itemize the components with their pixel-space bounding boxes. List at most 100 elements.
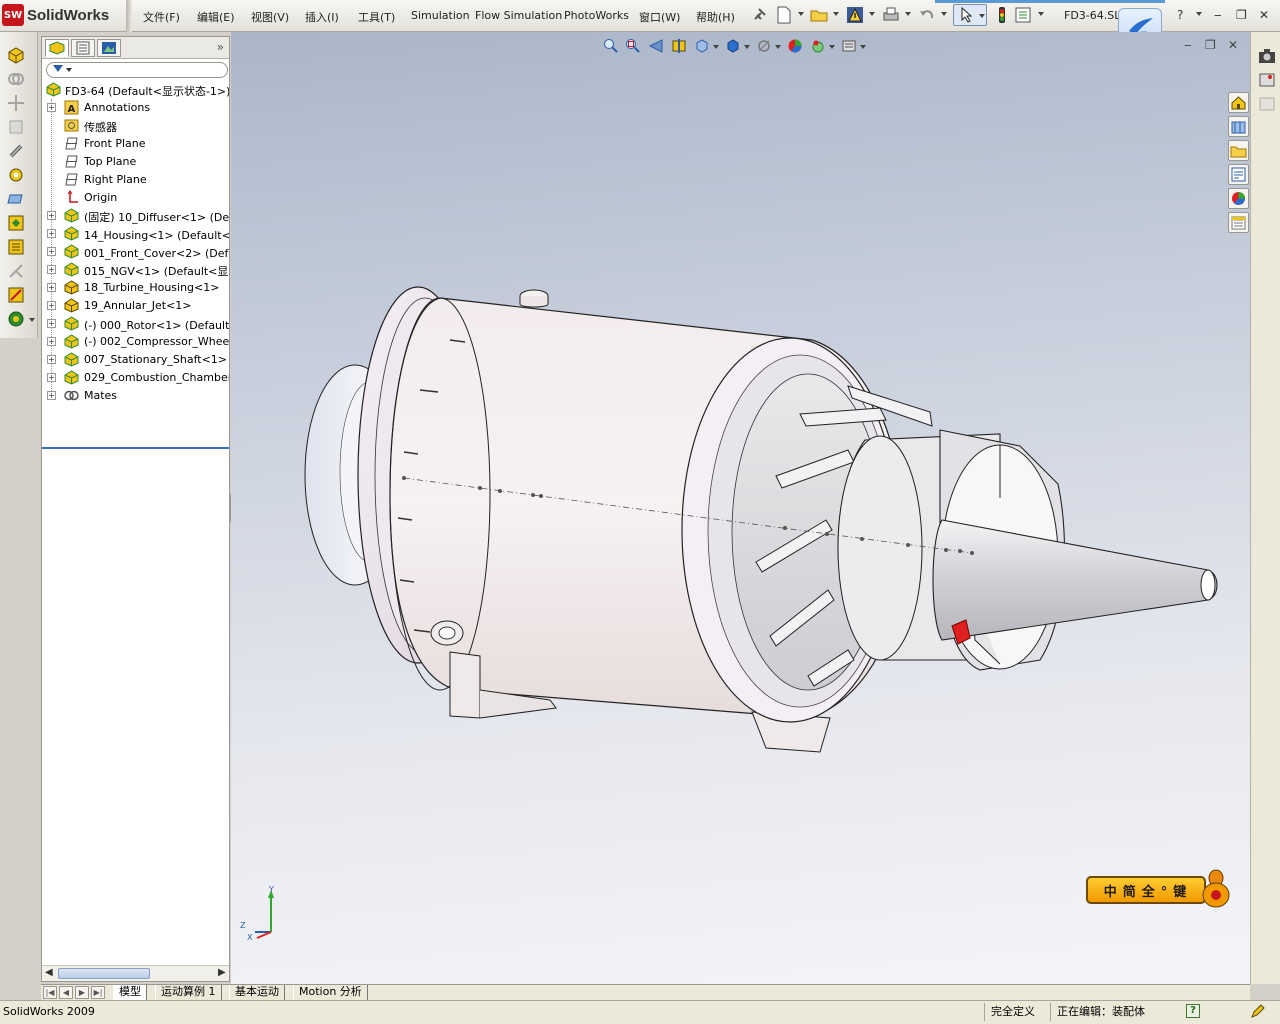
view-orientation-dropdown-icon[interactable]: [713, 45, 719, 49]
close-app-icon[interactable]: ✕: [1259, 8, 1269, 22]
menu-simulation[interactable]: Simulation: [411, 9, 470, 22]
open-folder-icon[interactable]: [810, 6, 828, 24]
print-icon[interactable]: [882, 6, 900, 24]
ime-input-method-bar[interactable]: 中简全°键: [1086, 869, 1236, 908]
menu-view[interactable]: 视图(V): [251, 9, 289, 25]
show-hidden-components-icon[interactable]: [7, 118, 25, 136]
tab-design-library[interactable]: [1228, 116, 1249, 137]
tree-item[interactable]: +18_Turbine_Housing<1>: [42, 279, 229, 297]
menu-tools[interactable]: 工具(T): [358, 9, 395, 25]
tab-configuration-manager[interactable]: [97, 39, 121, 57]
tree-root-assembly[interactable]: FD3-64 (Default<显示状态-1>): [42, 81, 229, 99]
zoom-to-fit-icon[interactable]: [603, 38, 619, 54]
close-document-icon[interactable]: ✕: [1228, 38, 1238, 52]
solidworks-logo[interactable]: SW SolidWorks: [2, 4, 109, 26]
next-tab-arrow-icon[interactable]: ▶: [75, 986, 89, 999]
insert-component-icon[interactable]: [7, 46, 25, 64]
print-dropdown-icon[interactable]: [905, 12, 911, 16]
undo-icon[interactable]: [918, 6, 936, 24]
view-orientation-icon[interactable]: [694, 38, 710, 54]
tab-custom-properties[interactable]: [1228, 212, 1249, 233]
tree-item[interactable]: Front Plane: [42, 135, 229, 153]
camera-icon[interactable]: [1257, 46, 1277, 66]
tree-item[interactable]: + (-) 000_Rotor<1> (Default<显示: [42, 315, 229, 333]
toolbar-more-dropdown-icon[interactable]: [29, 318, 35, 322]
save-dropdown-icon[interactable]: [869, 12, 875, 16]
expand-toggle-icon[interactable]: +: [47, 337, 56, 346]
tree-item[interactable]: Origin: [42, 189, 229, 207]
prev-tab-arrow-icon[interactable]: ◀: [59, 986, 73, 999]
tree-item[interactable]: 传感器: [42, 117, 229, 135]
explode-line-sketch-icon[interactable]: [7, 286, 25, 304]
feature-tree-horizontal-scrollbar[interactable]: ◀ ▶: [42, 965, 229, 981]
feature-filter-field[interactable]: [46, 62, 228, 78]
select-tool-button[interactable]: [953, 4, 987, 26]
tab-appearances[interactable]: [1228, 188, 1249, 209]
traffic-light-icon[interactable]: [993, 6, 1011, 24]
graphics-viewport[interactable]: ‒ ❐ ✕ Y Z X 中简全°键: [231, 32, 1250, 984]
tree-item[interactable]: + (-) 002_Compressor_Wheel<1: [42, 333, 229, 351]
tab-feature-manager[interactable]: [45, 39, 69, 57]
pushpin-icon[interactable]: [750, 6, 768, 24]
tab-motion-analysis[interactable]: Motion 分析: [293, 985, 368, 1000]
tab-motion-study-1[interactable]: 运动算例 1: [155, 985, 222, 1000]
assembly-features-icon[interactable]: [7, 166, 25, 184]
scroll-left-icon[interactable]: ◀: [45, 967, 53, 978]
view-settings-icon[interactable]: [841, 38, 857, 54]
menu-insert[interactable]: 插入(I): [305, 9, 339, 25]
warning-save-icon[interactable]: [846, 6, 864, 24]
expand-toggle-icon[interactable]: +: [47, 301, 56, 310]
quick-tips-icon[interactable]: [1250, 1003, 1266, 1019]
menu-photoworks[interactable]: PhotoWorks: [564, 9, 629, 22]
tab-model[interactable]: 模型: [113, 985, 147, 1000]
smart-fasteners-icon[interactable]: [7, 142, 25, 160]
tab-basic-motion[interactable]: 基本运动: [229, 985, 285, 1000]
interference-detection-icon[interactable]: [7, 310, 25, 328]
exploded-view-icon[interactable]: [7, 262, 25, 280]
menu-flow-simulation[interactable]: Flow Simulation: [475, 9, 562, 22]
render-options-icon[interactable]: [1257, 94, 1277, 114]
move-component-icon[interactable]: [7, 94, 25, 112]
menu-edit[interactable]: 编辑(E): [197, 9, 235, 25]
tab-file-explorer[interactable]: [1228, 140, 1249, 161]
tree-item[interactable]: +19_Annular_Jet<1>: [42, 297, 229, 315]
tree-item[interactable]: Top Plane: [42, 153, 229, 171]
hide-show-items-icon[interactable]: [756, 38, 772, 54]
tree-item[interactable]: + (固定) 10_Diffuser<1> (Default<显示: [42, 207, 229, 225]
last-tab-arrow-icon[interactable]: ▶|: [91, 986, 105, 999]
expand-toggle-icon[interactable]: +: [47, 247, 56, 256]
tree-item[interactable]: +001_Front_Cover<2> (Default<显示: [42, 243, 229, 261]
open-dropdown-icon[interactable]: [833, 12, 839, 16]
view-settings-dropdown-icon[interactable]: [860, 45, 866, 49]
expand-toggle-icon[interactable]: +: [47, 283, 56, 292]
menu-file[interactable]: 文件(F): [143, 9, 180, 25]
edit-appearance-icon[interactable]: [787, 38, 803, 54]
tree-item[interactable]: + A Annotations: [42, 99, 229, 117]
expand-toggle-icon[interactable]: +: [47, 265, 56, 274]
display-style-dropdown-icon[interactable]: [744, 45, 750, 49]
mate-icon[interactable]: [7, 70, 25, 88]
restore-app-icon[interactable]: ❐: [1236, 8, 1247, 22]
options-list-icon[interactable]: [1014, 6, 1032, 24]
tree-item[interactable]: +007_Stationary_Shaft<1> (De: [42, 351, 229, 369]
tab-property-manager[interactable]: [71, 39, 95, 57]
apply-scene-dropdown-icon[interactable]: [829, 45, 835, 49]
jet-engine-model[interactable]: [231, 32, 1250, 984]
apply-scene-icon[interactable]: [810, 38, 826, 54]
menu-help[interactable]: 帮助(H): [696, 9, 735, 25]
previous-view-icon[interactable]: [648, 38, 664, 54]
photoworks-render-icon[interactable]: [1257, 70, 1277, 90]
minimize-document-icon[interactable]: ‒: [1184, 38, 1192, 52]
new-dropdown-icon[interactable]: [798, 12, 804, 16]
expand-toggle-icon[interactable]: +: [47, 103, 56, 112]
menu-window[interactable]: 窗口(W): [639, 9, 680, 25]
bill-of-materials-icon[interactable]: [7, 238, 25, 256]
help-dropdown-icon[interactable]: [1196, 12, 1202, 16]
undo-dropdown-icon[interactable]: [941, 12, 947, 16]
rollback-bar[interactable]: [42, 447, 229, 449]
expand-toggle-icon[interactable]: +: [47, 229, 56, 238]
status-help-icon[interactable]: ?: [1186, 1004, 1200, 1018]
expand-toggle-icon[interactable]: +: [47, 355, 56, 364]
tree-item[interactable]: Right Plane: [42, 171, 229, 189]
tab-solidworks-resources[interactable]: [1228, 92, 1249, 113]
